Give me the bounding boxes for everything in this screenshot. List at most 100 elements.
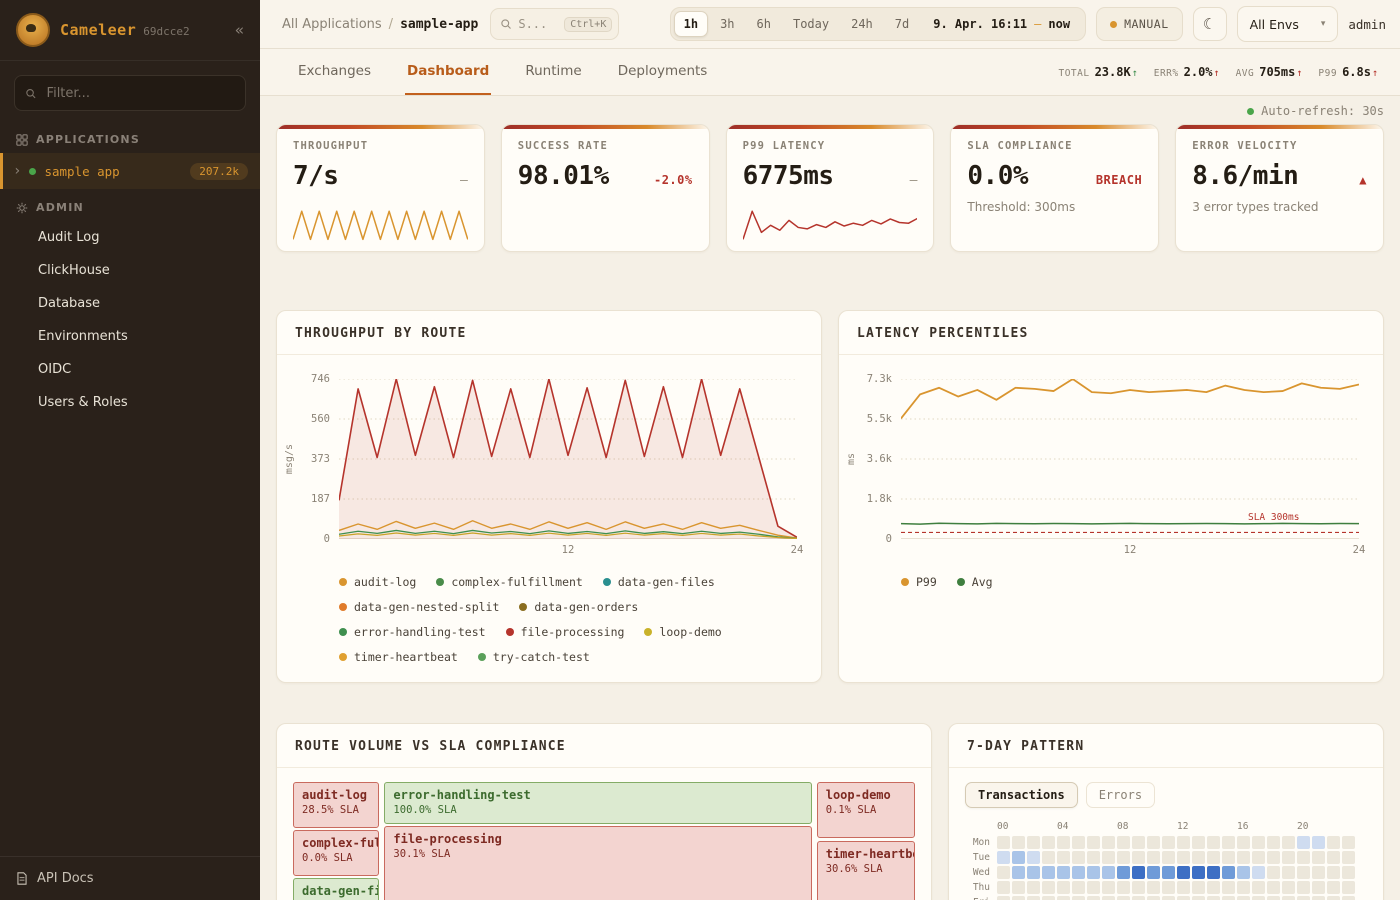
date-range[interactable]: 9. Apr. 16:11 — now <box>921 17 1082 31</box>
heatmap-cell[interactable] <box>1252 896 1265 900</box>
heatmap-cell[interactable] <box>1297 851 1310 864</box>
heatmap-cell[interactable] <box>1117 881 1130 894</box>
manual-refresh-button[interactable]: MANUAL <box>1096 7 1183 41</box>
sidebar-item-oidc[interactable]: OIDC <box>0 353 260 386</box>
heatmap-cell[interactable] <box>1252 881 1265 894</box>
heatmap-cell[interactable] <box>1177 866 1190 879</box>
heatmap-cell[interactable] <box>1057 851 1070 864</box>
heatmap-cell[interactable] <box>1252 851 1265 864</box>
heatmap-cell[interactable] <box>1237 881 1250 894</box>
heatmap-cell[interactable] <box>1087 881 1100 894</box>
sidebar-item-audit-log[interactable]: Audit Log <box>0 221 260 254</box>
heatmap-cell[interactable] <box>1192 866 1205 879</box>
treemap-tile-file-processing[interactable]: file-processing30.1% SLA <box>384 826 811 900</box>
env-select[interactable]: All Envs ▾ <box>1237 6 1339 42</box>
treemap-tile-error-handling-test[interactable]: error-handling-test100.0% SLA <box>384 782 811 824</box>
heatmap-cell[interactable] <box>1192 836 1205 849</box>
global-search[interactable]: S... Ctrl+K <box>490 8 619 40</box>
heatmap-cell[interactable] <box>1222 866 1235 879</box>
heatmap-cell[interactable] <box>1327 896 1340 900</box>
heatmap-cell[interactable] <box>1162 896 1175 900</box>
heatmap-cell[interactable] <box>1342 881 1355 894</box>
heatmap-cell[interactable] <box>1147 866 1160 879</box>
heatmap-cell[interactable] <box>1327 836 1340 849</box>
heatmap-cell[interactable] <box>1132 836 1145 849</box>
heatmap-cell[interactable] <box>1207 866 1220 879</box>
tab-deployments[interactable]: Deployments <box>616 49 710 95</box>
breadcrumb-root[interactable]: All Applications <box>282 17 382 32</box>
heatmap-cell[interactable] <box>1042 896 1055 900</box>
heatmap-cell[interactable] <box>1147 836 1160 849</box>
heatmap-cell[interactable] <box>1252 866 1265 879</box>
heatmap-cell[interactable] <box>1072 836 1085 849</box>
heatmap-cell[interactable] <box>1312 881 1325 894</box>
heatmap-cell[interactable] <box>1342 896 1355 900</box>
tab-runtime[interactable]: Runtime <box>523 49 583 95</box>
heatmap-cell[interactable] <box>1072 851 1085 864</box>
heatmap-cell[interactable] <box>1192 851 1205 864</box>
heatmap-cell[interactable] <box>1282 866 1295 879</box>
time-range-today[interactable]: Today <box>783 11 839 37</box>
heatmap-cell[interactable] <box>1192 881 1205 894</box>
heatmap-cell[interactable] <box>1042 866 1055 879</box>
treemap-tile-audit-log[interactable]: audit-log28.5% SLA <box>293 782 379 828</box>
heatmap-cell[interactable] <box>1132 881 1145 894</box>
sidebar-filter[interactable] <box>14 75 246 111</box>
heatmap-cell[interactable] <box>1087 836 1100 849</box>
heatmap-cell[interactable] <box>1162 866 1175 879</box>
heatmap-cell[interactable] <box>997 881 1010 894</box>
heatmap-cell[interactable] <box>1072 896 1085 900</box>
sidebar-item-sample-app[interactable]: › sample app 207.2k <box>0 153 260 189</box>
heatmap-cell[interactable] <box>1267 896 1280 900</box>
heatmap-cell[interactable] <box>1297 836 1310 849</box>
legend-item-data-gen-orders[interactable]: data-gen-orders <box>519 600 638 614</box>
treemap-tile-loop-demo[interactable]: loop-demo0.1% SLA <box>817 782 915 838</box>
heatmap-cell[interactable] <box>1342 836 1355 849</box>
heatmap-cell[interactable] <box>1042 881 1055 894</box>
heatmap-cell[interactable] <box>1147 896 1160 900</box>
heatmap-cell[interactable] <box>1162 881 1175 894</box>
heatmap-cell[interactable] <box>1027 881 1040 894</box>
heatmap-cell[interactable] <box>1327 866 1340 879</box>
legend-item-complex-fulfillment[interactable]: complex-fulfillment <box>436 575 583 589</box>
heatmap-cell[interactable] <box>1312 836 1325 849</box>
toggle-errors[interactable]: Errors <box>1086 782 1155 808</box>
heatmap-cell[interactable] <box>1087 896 1100 900</box>
sidebar-item-database[interactable]: Database <box>0 287 260 320</box>
legend-item-loop-demo[interactable]: loop-demo <box>644 625 721 639</box>
time-range-1h[interactable]: 1h <box>674 11 708 37</box>
heatmap-cell[interactable] <box>1252 836 1265 849</box>
heatmap-cell[interactable] <box>1012 866 1025 879</box>
heatmap-cell[interactable] <box>1177 851 1190 864</box>
heatmap-cell[interactable] <box>1117 836 1130 849</box>
legend-item-avg[interactable]: Avg <box>957 575 993 589</box>
heatmap-cell[interactable] <box>1117 866 1130 879</box>
heatmap-cell[interactable] <box>1012 896 1025 900</box>
user-label[interactable]: admin <box>1348 17 1386 32</box>
heatmap-cell[interactable] <box>1222 851 1235 864</box>
legend-item-p99[interactable]: P99 <box>901 575 937 589</box>
heatmap-cell[interactable] <box>1267 836 1280 849</box>
toggle-transactions[interactable]: Transactions <box>965 782 1078 808</box>
heatmap-cell[interactable] <box>1102 881 1115 894</box>
legend-item-file-processing[interactable]: file-processing <box>506 625 625 639</box>
legend-item-error-handling-test[interactable]: error-handling-test <box>339 625 486 639</box>
heatmap-cell[interactable] <box>1117 851 1130 864</box>
heatmap-cell[interactable] <box>1297 866 1310 879</box>
heatmap-cell[interactable] <box>1162 851 1175 864</box>
filter-input[interactable] <box>45 85 235 102</box>
heatmap-cell[interactable] <box>1282 851 1295 864</box>
heatmap-cell[interactable] <box>1327 881 1340 894</box>
heatmap-cell[interactable] <box>1312 851 1325 864</box>
heatmap-cell[interactable] <box>1087 851 1100 864</box>
heatmap-cell[interactable] <box>1282 896 1295 900</box>
treemap-tile-complex-fulfil[interactable]: complex-fulfil...0.0% SLA <box>293 830 379 876</box>
heatmap-cell[interactable] <box>1237 851 1250 864</box>
heatmap-cell[interactable] <box>1282 881 1295 894</box>
heatmap-cell[interactable] <box>1207 851 1220 864</box>
sidebar-collapse-button[interactable]: « <box>235 21 244 39</box>
heatmap-cell[interactable] <box>1237 896 1250 900</box>
heatmap-cell[interactable] <box>1207 881 1220 894</box>
treemap-tile-data-gen-files[interactable]: data-gen-files100.0% SLA <box>293 878 379 900</box>
heatmap-cell[interactable] <box>1342 866 1355 879</box>
